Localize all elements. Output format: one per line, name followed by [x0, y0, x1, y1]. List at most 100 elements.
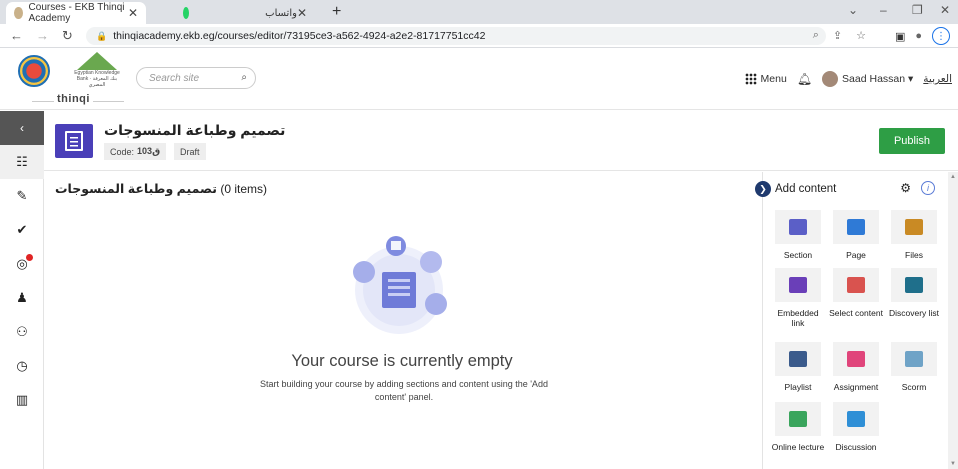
add-link-tile[interactable]: Embedded link: [771, 268, 825, 328]
add-assignment-tile[interactable]: Assignment: [829, 342, 883, 392]
tab-title: واتساب: [265, 7, 297, 19]
add-content-title: Add content: [775, 183, 837, 195]
new-tab-button[interactable]: +: [332, 3, 341, 21]
gear-icon[interactable]: ⚙: [900, 181, 911, 195]
discovery-icon: [905, 277, 923, 293]
sidebar-item-edit[interactable]: ✎: [0, 179, 44, 213]
pencil-icon: ✎: [16, 188, 28, 203]
course-icon: [55, 124, 93, 158]
select-content-icon: [847, 277, 865, 293]
forward-icon[interactable]: →: [36, 28, 49, 43]
clock-icon: ◷: [16, 358, 28, 373]
sidebar-item-reports[interactable]: ▥: [0, 383, 44, 417]
minimize-button[interactable]: –: [880, 3, 887, 17]
publish-button[interactable]: Publish: [879, 128, 945, 154]
sidebar-item-assessments[interactable]: ✔: [0, 213, 44, 247]
add-lecture-tile[interactable]: Online lecture: [771, 402, 825, 452]
empty-state-description: Start building your course by adding sec…: [260, 379, 548, 402]
url-field[interactable]: 🔒 thinqiacademy.ekb.eg/courses/editor/73…: [86, 27, 826, 45]
scroll-up-icon[interactable]: ▲: [950, 174, 956, 180]
discussion-icon: [847, 411, 865, 427]
tile-icon-box: [891, 268, 937, 302]
link-icon: [789, 277, 807, 293]
notification-dot: [26, 254, 33, 261]
learner-icon: ♟: [16, 290, 28, 305]
add-content-panel: ❯ Add content ⚙ i Section Page Files Embedd…: [755, 172, 949, 469]
tile-icon-box: [833, 268, 879, 302]
search-icon[interactable]: ⌕: [241, 72, 247, 83]
empty-course-illustration: [353, 236, 447, 334]
section-title: تصميم وطباعة المنسوجات: [55, 182, 217, 196]
item-count: (0 items): [220, 182, 267, 196]
add-page-tile[interactable]: Page: [829, 210, 883, 260]
close-tab-icon[interactable]: ✕: [128, 6, 138, 20]
add-content-header: ❯ Add content ⚙ i: [755, 178, 949, 200]
notifications-bell-icon[interactable]: 🔔︎: [797, 72, 812, 86]
extensions-area: ▣ ● ⋮: [895, 27, 950, 45]
ekb-logo[interactable]: Egyptian Knowledge Bank · بنك المعرفة ال…: [72, 52, 122, 92]
tile-label: Scorm: [901, 382, 927, 392]
user-menu[interactable]: Saad Hassan ▾: [822, 71, 913, 87]
sidepanel-icon[interactable]: ▣: [895, 30, 905, 43]
back-icon[interactable]: ←: [10, 28, 23, 43]
browser-menu-icon[interactable]: ⋮: [932, 27, 950, 45]
groups-icon: ⚇: [16, 324, 28, 339]
add-discussion-tile[interactable]: Discussion: [829, 402, 883, 452]
zoom-icon[interactable]: ⌕: [813, 29, 819, 42]
course-header: تصميم وطباعة المنسوجات Code: ق103 Draft P…: [44, 111, 958, 171]
tile-label: Online lecture: [771, 442, 825, 452]
sidebar-item-groups[interactable]: ⚇: [0, 315, 44, 349]
tile-icon-box: [891, 210, 937, 244]
sidebar-collapse-button[interactable]: ‹: [0, 111, 44, 145]
checklist-icon: ✔: [16, 222, 28, 237]
sidebar-item-learners[interactable]: ♟: [0, 281, 44, 315]
tab-whatsapp[interactable]: واتساب ✕: [175, 2, 315, 24]
header-actions: Menu 🔔︎ Saad Hassan ▾ العربية: [744, 71, 952, 87]
search-input[interactable]: Search site ⌕: [136, 67, 256, 89]
course-title: تصميم وطباعة المنسوجات: [104, 122, 286, 138]
outline-icon: ☷: [16, 154, 28, 169]
tile-icon-box: [775, 402, 821, 436]
tile-label: Assignment: [833, 382, 879, 392]
sidebar-item-course-outline[interactable]: ☷: [0, 145, 44, 179]
add-playlist-tile[interactable]: Playlist: [771, 342, 825, 392]
tile-label: Files: [905, 250, 923, 260]
section-icon: [789, 219, 807, 235]
close-tab-icon[interactable]: ✕: [297, 6, 307, 20]
add-files-tile[interactable]: Files: [887, 210, 941, 260]
info-icon[interactable]: i: [921, 181, 935, 195]
restore-button[interactable]: ❐: [912, 3, 923, 17]
tile-label: Playlist: [784, 382, 812, 392]
sidebar-item-history[interactable]: ◷: [0, 349, 44, 383]
files-icon: [905, 219, 923, 235]
url-text: thinqiacademy.ekb.eg/courses/editor/7319…: [113, 30, 486, 42]
add-discovery-tile[interactable]: Discovery list: [887, 268, 941, 318]
tab-search-icon[interactable]: ⌄: [848, 3, 858, 17]
lecture-icon: [789, 411, 807, 427]
scroll-down-icon[interactable]: ▼: [950, 461, 956, 467]
tab-title: Courses - EKB Thinqi Academy: [28, 2, 125, 24]
menu-button[interactable]: Menu: [744, 73, 787, 86]
tab-thinqi[interactable]: Courses - EKB Thinqi Academy ✕: [6, 2, 146, 24]
tile-icon-box: [891, 342, 937, 376]
scu-logo[interactable]: [18, 55, 50, 87]
collapse-panel-icon[interactable]: ❯: [755, 181, 771, 197]
add-section-tile[interactable]: Section: [771, 210, 825, 260]
language-switch-link[interactable]: العربية: [923, 73, 952, 85]
empty-state-title: Your course is currently empty: [291, 352, 513, 370]
left-sidebar: ‹ ☷ ✎ ✔ ◎ ♟ ⚇ ◷ ▥: [0, 111, 44, 469]
reload-icon[interactable]: ↻: [62, 28, 73, 44]
tile-icon-box: [833, 402, 879, 436]
sidebar-item-goals[interactable]: ◎: [0, 247, 44, 281]
add-scorm-tile[interactable]: Scorm: [887, 342, 941, 392]
page-scrollbar[interactable]: ▲ ▼: [948, 172, 958, 469]
bookmark-star-icon[interactable]: ☆: [856, 29, 866, 42]
share-icon[interactable]: ⇪: [833, 29, 842, 42]
close-window-button[interactable]: ✕: [940, 3, 950, 17]
site-header: Egyptian Knowledge Bank · بنك المعرفة ال…: [0, 48, 958, 110]
profile-avatar-icon[interactable]: ●: [915, 30, 922, 42]
apps-grid-icon: [744, 73, 757, 86]
tile-label: Discovery list: [888, 308, 940, 318]
add-select-content-tile[interactable]: Select content: [829, 268, 883, 318]
tile-icon-box: [833, 342, 879, 376]
